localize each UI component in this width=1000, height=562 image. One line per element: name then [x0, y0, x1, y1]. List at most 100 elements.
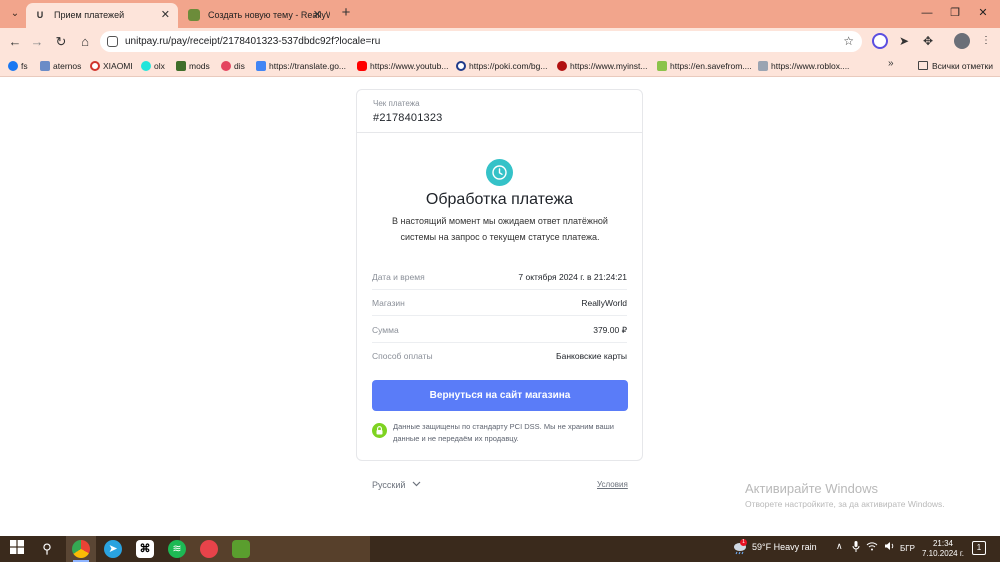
forward-arrow-icon[interactable]: → [28, 33, 46, 51]
tab-new-topic[interactable]: Создать новую тему - ReallyW ✕ [180, 3, 330, 28]
send-icon[interactable]: ➤ [896, 33, 912, 49]
close-window-icon[interactable]: ✕ [974, 4, 992, 22]
keyboard-language[interactable]: БГР [900, 544, 915, 553]
weather-badge: 1 [740, 539, 747, 546]
windows-start-icon[interactable] [8, 540, 26, 558]
receipt-number: #2178401323 [373, 112, 443, 124]
bookmark-label: https://www.roblox.... [771, 61, 850, 71]
reallyworld-icon [188, 9, 200, 21]
bookmark-item[interactable]: https://poki.com/bg... [456, 58, 547, 74]
minecraft-icon[interactable] [232, 540, 250, 558]
status-title: Обработка платежа [425, 191, 574, 208]
puzzle-extensions-icon[interactable]: ✥ [920, 33, 936, 49]
back-arrow-icon[interactable]: ← [6, 33, 24, 51]
menu-dots-icon[interactable]: ⋮ [978, 33, 994, 49]
restore-icon[interactable]: ❐ [946, 4, 964, 22]
windows-taskbar: ⚲ ➤ ⌘ ≋ 1 59°F Heavy rain ∧ БГР 21:34 7.… [0, 536, 1000, 562]
facebook-icon [8, 61, 18, 71]
bookmark-label: https://poki.com/bg... [469, 61, 548, 71]
bookmark-item[interactable]: https://www.roblox.... [758, 58, 849, 74]
clock-time: 21:34 [932, 539, 954, 548]
roblox-icon [758, 61, 768, 71]
bookmark-item[interactable]: fs [8, 58, 28, 74]
all-bookmarks-button[interactable]: Всички отметки [918, 58, 993, 74]
browser-app-icon[interactable] [200, 540, 218, 558]
chevron-down-icon[interactable] [411, 478, 422, 491]
bookmark-label: aternos [53, 61, 82, 71]
system-clock[interactable]: 21:34 7.10.2024 г. [918, 539, 968, 559]
return-to-shop-button[interactable]: Вернуться на сайт магазина [372, 380, 628, 411]
close-tab-icon[interactable]: ✕ [313, 3, 322, 28]
tab-payments[interactable]: U Прием платежей ✕ [26, 3, 178, 28]
browser-toolbar: ← → ↻ ⌂ unitpay.ru/pay/receipt/217840132… [0, 28, 1000, 55]
tab-search-button[interactable]: ⌄ [6, 5, 24, 23]
bookmark-item[interactable]: https://www.myinst... [557, 58, 647, 74]
detail-value: Банковские карты [556, 351, 627, 361]
profile-avatar[interactable] [954, 33, 970, 49]
bookmark-label: mods [189, 61, 210, 71]
reload-icon[interactable]: ↻ [52, 33, 70, 51]
bookmark-item[interactable]: https://translate.go... [256, 58, 346, 74]
detail-key: Дата и время [372, 272, 425, 282]
tab-strip: ⌄ U Прием платежей ✕ Создать новую тему … [0, 0, 1000, 28]
detail-row-amount: Сумма 379.00 ₽ [372, 317, 627, 343]
discord-icon [221, 61, 231, 71]
bookmark-item[interactable]: aternos [40, 58, 81, 74]
bookmark-item[interactable]: XIAOMI [90, 58, 133, 74]
windows-activation-subtitle: Отворете настройките, за да активирате W… [745, 499, 945, 509]
xiaomi-icon [90, 61, 100, 71]
translate-icon [256, 61, 266, 71]
detail-value: 379.00 ₽ [593, 325, 627, 335]
detail-key: Сумма [372, 325, 399, 335]
detail-value: 7 октября 2024 г. в 21:24:21 [518, 272, 627, 282]
bookmark-item[interactable]: https://en.savefrom.... [657, 58, 752, 74]
bookmark-label: https://en.savefrom.... [670, 61, 752, 71]
bookmark-label: https://www.myinst... [570, 61, 648, 71]
microphone-icon[interactable] [852, 541, 860, 554]
search-icon[interactable]: ⚲ [38, 540, 56, 558]
bookmark-item[interactable]: olx [141, 58, 165, 74]
volume-icon[interactable] [884, 541, 895, 553]
detail-value: ReallyWorld [581, 298, 627, 308]
new-tab-button[interactable]: + [338, 4, 354, 22]
bookmarks-overflow-icon[interactable]: » [888, 58, 894, 69]
capcut-icon[interactable]: ⌘ [136, 540, 154, 558]
windows-activation-title: Активирайте Windows [745, 481, 878, 496]
all-bookmarks-label: Всички отметки [932, 61, 994, 71]
detail-row-payment-method: Способ оплаты Банковские карты [372, 343, 627, 369]
weather-text[interactable]: 59°F Heavy rain [752, 542, 817, 552]
bookmark-item[interactable]: dis [221, 58, 245, 74]
telegram-icon[interactable]: ➤ [104, 540, 122, 558]
address-bar[interactable]: unitpay.ru/pay/receipt/2178401323-537dbd… [100, 31, 862, 52]
close-tab-icon[interactable]: ✕ [161, 3, 170, 28]
home-icon[interactable]: ⌂ [76, 33, 94, 51]
wifi-icon[interactable] [866, 541, 878, 553]
bookmark-label: fs [21, 61, 28, 71]
site-info-icon[interactable] [107, 36, 118, 47]
terms-link[interactable]: Условия [597, 480, 628, 489]
bookmark-label: https://translate.go... [269, 61, 347, 71]
chrome-icon[interactable] [72, 540, 90, 558]
bookmark-star-icon[interactable]: ☆ [843, 31, 854, 52]
notifications-icon[interactable]: 1 [972, 541, 986, 555]
tab-title: Прием платежей [54, 10, 125, 20]
clock-icon [486, 159, 513, 186]
detail-key: Способ оплаты [372, 351, 433, 361]
chevron-up-icon[interactable]: ∧ [836, 541, 843, 552]
language-selector[interactable]: Русский [372, 479, 405, 491]
minecraft-icon [176, 61, 186, 71]
detail-key: Магазин [372, 298, 405, 308]
bookmark-label: https://www.youtub... [370, 61, 449, 71]
spotify-icon[interactable]: ≋ [168, 540, 186, 558]
clock-date: 7.10.2024 г. [922, 549, 964, 558]
aternos-icon [40, 61, 50, 71]
bookmark-item[interactable]: mods [176, 58, 210, 74]
bookmark-item[interactable]: https://www.youtub... [357, 58, 448, 74]
savefrom-icon [657, 61, 667, 71]
url-text: unitpay.ru/pay/receipt/2178401323-537dbd… [125, 36, 381, 47]
lock-icon [372, 423, 387, 438]
extension-icon[interactable] [872, 33, 888, 49]
youtube-icon [357, 61, 367, 71]
minimize-icon[interactable]: — [918, 4, 936, 22]
olx-icon [141, 61, 151, 71]
